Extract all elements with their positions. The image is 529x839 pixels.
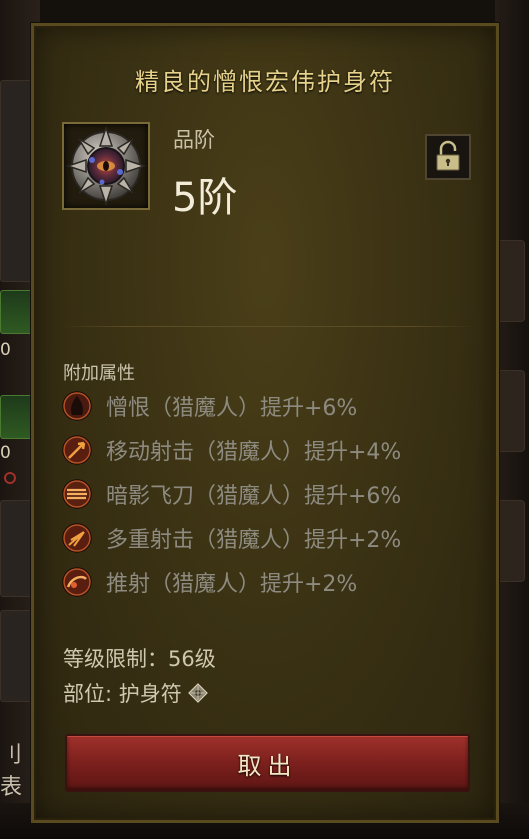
item-slot-text: 部位: 护身符 — [63, 682, 182, 706]
affix-row: 憎恨（猎魔人）提升+6% — [62, 390, 357, 422]
affix-row: 移动射击（猎魔人）提升+4% — [62, 434, 401, 466]
item-tooltip: 精良的憎恨宏伟护身符 品阶 5阶 附加属性 憎恨（猎魔人）提升+6% 移动射击（… — [31, 23, 499, 823]
inventory-slot[interactable] — [497, 240, 525, 322]
item-icon-frame — [62, 122, 150, 210]
affix-text: 推射（猎魔人）提升+2% — [106, 572, 358, 597]
amulet-icon — [65, 125, 147, 207]
level-requirement: 等级限制：56级 — [63, 647, 216, 671]
quality-value: 5阶 — [172, 175, 238, 221]
inventory-slot[interactable] — [497, 500, 525, 582]
affix-text: 憎恨（猎魔人）提升+6% — [106, 396, 358, 421]
multishot-skill-icon — [62, 523, 92, 553]
section-divider — [62, 326, 474, 327]
inventory-right-strip — [495, 0, 529, 839]
item-title: 精良的憎恨宏伟护身符 — [135, 68, 395, 96]
hatred-skill-icon — [62, 391, 92, 421]
affix-row: 暗影飞刀（猎魔人）提升+6% — [62, 478, 401, 510]
item-slot: 部位: 护身符 — [63, 678, 208, 708]
affix-row: 推射（猎魔人）提升+2% — [62, 566, 357, 598]
take-out-button[interactable]: 取出 — [65, 734, 470, 792]
inventory-count: 0 — [0, 443, 11, 463]
attributes-header: 附加属性 — [63, 363, 135, 384]
inventory-slot[interactable] — [497, 370, 525, 452]
lock-button[interactable] — [425, 134, 471, 180]
inventory-count: 0 — [0, 340, 11, 360]
affix-text: 多重射击（猎魔人）提升+2% — [106, 528, 402, 553]
strafe-skill-icon — [62, 567, 92, 597]
shadow-blades-skill-icon — [62, 479, 92, 509]
quality-label: 品阶 — [173, 128, 215, 152]
affix-row: 多重射击（猎魔人）提升+2% — [62, 522, 401, 554]
affix-text: 移动射击（猎魔人）提升+4% — [106, 440, 402, 465]
unlock-icon — [436, 140, 460, 171]
status-dot-icon — [4, 472, 16, 484]
affix-text: 暗影飞刀（猎魔人）提升+6% — [106, 484, 402, 509]
amulet-slot-icon — [187, 683, 208, 703]
evasive-fire-skill-icon — [62, 435, 92, 465]
